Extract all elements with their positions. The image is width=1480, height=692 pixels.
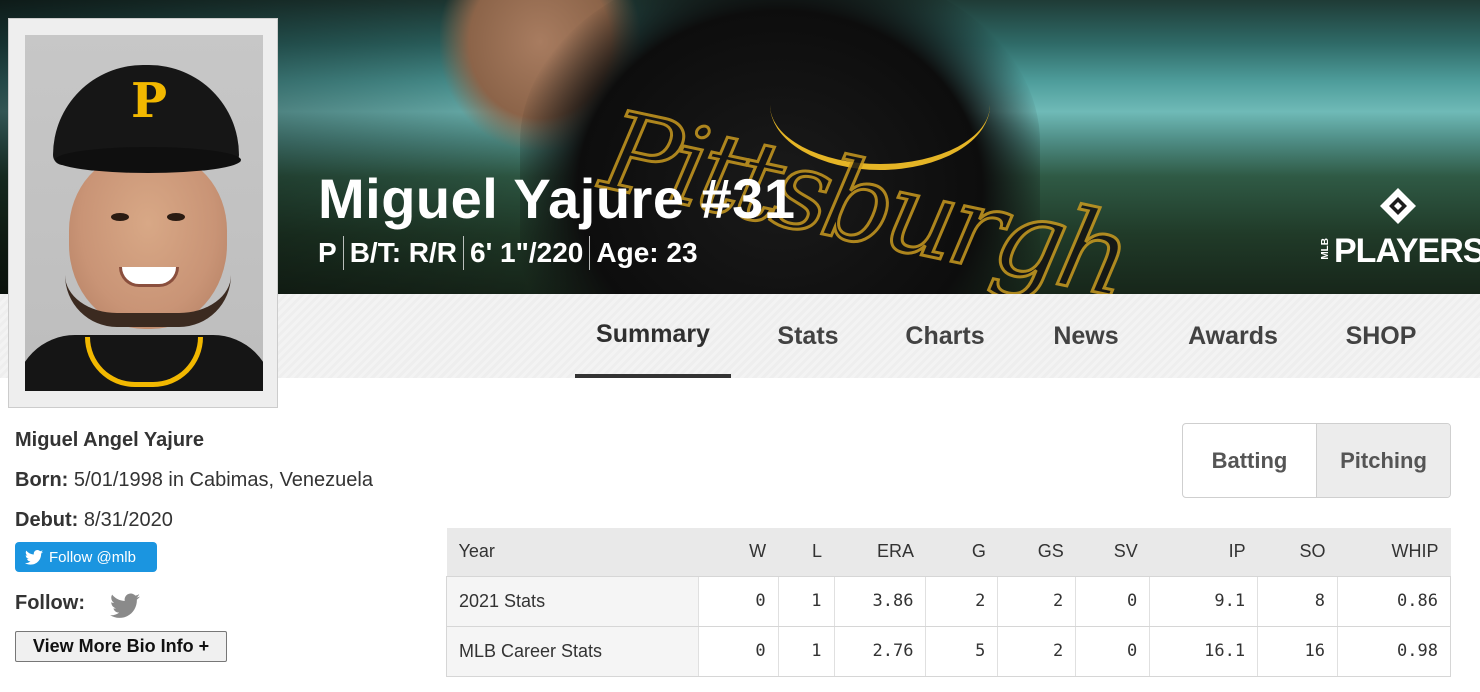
player-name-title: Miguel Yajure #31 (318, 167, 796, 230)
column-header-g[interactable]: G (925, 528, 998, 577)
tab-summary[interactable]: Summary (575, 294, 731, 378)
column-header-whip[interactable]: WHIP (1337, 528, 1451, 577)
bio-full-name: Miguel Angel Yajure (15, 429, 204, 451)
column-header-year[interactable]: Year (446, 528, 699, 577)
view-more-bio-button[interactable]: View More Bio Info + (15, 631, 227, 662)
bio-born-label: Born: (15, 469, 69, 491)
table-row: MLB Career Stats 0 1 2.76 5 2 0 16.1 16 … (446, 626, 1451, 677)
tab-awards[interactable]: Awards (1168, 294, 1298, 378)
mlb-players-logo: MLB PLAYERS (1320, 186, 1480, 272)
twitter-follow-label: Follow @mlb (49, 548, 136, 566)
twitter-follow-button[interactable]: Follow @mlb (15, 542, 157, 572)
cell-w: 0 (697, 626, 779, 677)
pitching-stats-table: Year W L ERA G GS SV IP SO WHIP 2021 Sta… (446, 528, 1451, 677)
cell-gs: 2 (997, 576, 1076, 627)
column-header-so[interactable]: SO (1257, 528, 1338, 577)
column-header-gs[interactable]: GS (997, 528, 1076, 577)
player-height-weight: 6' 1"/220 (470, 237, 584, 268)
cell-so: 16 (1257, 626, 1338, 677)
cell-w: 0 (697, 576, 779, 627)
mlbpa-diamond-icon (1380, 188, 1416, 224)
cell-so: 8 (1257, 576, 1338, 627)
cell-l: 1 (777, 626, 835, 677)
column-header-ip[interactable]: IP (1149, 528, 1258, 577)
pirates-p-logo: P (131, 73, 168, 129)
table-row: 2021 Stats 0 1 3.86 2 2 0 9.1 8 0.86 (446, 576, 1451, 627)
toggle-pitching[interactable]: Pitching (1316, 424, 1450, 497)
bio-born: Born: 5/01/1998 in Cabimas, Venezuela (15, 468, 425, 508)
column-header-l[interactable]: L (778, 528, 835, 577)
player-bio: Miguel Angel Yajure Born: 5/01/1998 in C… (15, 428, 425, 548)
eye (167, 213, 185, 221)
player-bats-throws: B/T: R/R (349, 237, 458, 268)
column-header-w[interactable]: W (698, 528, 779, 577)
tab-charts[interactable]: Charts (888, 294, 1002, 378)
cell-g: 2 (925, 576, 998, 627)
cell-l: 1 (777, 576, 835, 627)
cell-sv: 0 (1075, 626, 1150, 677)
toggle-batting[interactable]: Batting (1183, 424, 1316, 497)
cell-ip: 9.1 (1149, 576, 1258, 627)
player-headshot-card: P (8, 18, 278, 408)
column-header-era[interactable]: ERA (834, 528, 926, 577)
row-label: MLB Career Stats (446, 626, 699, 677)
twitter-icon[interactable] (110, 593, 140, 619)
table-header-row: Year W L ERA G GS SV IP SO WHIP (446, 528, 1451, 577)
cell-era: 2.76 (833, 626, 926, 677)
stat-type-toggle: Batting Pitching (1182, 423, 1451, 498)
bio-debut-label: Debut: (15, 509, 79, 531)
column-header-sv[interactable]: SV (1075, 528, 1150, 577)
bio-born-value: 5/01/1998 in Cabimas, Venezuela (73, 469, 373, 491)
cell-ip: 16.1 (1149, 626, 1258, 677)
beard (65, 275, 231, 327)
player-age: Age: 23 (596, 237, 698, 268)
tab-news[interactable]: News (1034, 294, 1138, 378)
cell-sv: 0 (1075, 576, 1150, 627)
cell-era: 3.86 (833, 576, 926, 627)
jersey-collar-stripe (85, 337, 203, 387)
cap-brim (55, 147, 241, 173)
cell-gs: 2 (997, 626, 1076, 677)
tab-stats[interactable]: Stats (760, 294, 856, 378)
row-label: 2021 Stats (446, 576, 699, 627)
cell-g: 5 (925, 626, 998, 677)
jersey (25, 335, 263, 391)
player-headshot: P (25, 35, 263, 391)
bio-debut-value: 8/31/2020 (83, 509, 173, 531)
cell-whip: 0.98 (1337, 626, 1451, 677)
tab-shop[interactable]: SHOP (1328, 294, 1434, 378)
eye (111, 213, 129, 221)
mlb-logo-text: PLAYERS (1334, 232, 1480, 270)
mlb-logo-prefix: MLB (1320, 238, 1331, 260)
follow-label: Follow: (15, 592, 85, 614)
cell-whip: 0.86 (1337, 576, 1451, 627)
player-position: P (318, 237, 337, 268)
player-meta: P B/T: R/R 6' 1"/220 Age: 23 (318, 236, 704, 270)
twitter-bird-icon (25, 549, 43, 565)
